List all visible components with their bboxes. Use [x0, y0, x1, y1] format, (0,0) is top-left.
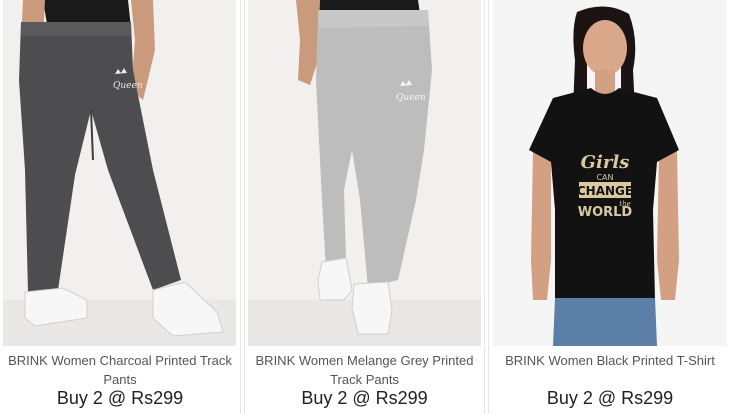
melange-grey-track-pants-image: Queen [248, 0, 481, 346]
product-title[interactable]: BRINK Women Melange Grey Printed Track P… [245, 351, 484, 389]
product-image[interactable]: Queen [248, 0, 481, 346]
product-card[interactable]: Queen BRINK Women Melange Grey Printed T… [244, 0, 485, 414]
charcoal-track-pants-image: Queen [3, 0, 236, 346]
product-offer: Buy 2 @ Rs299 [301, 388, 428, 408]
black-printed-tshirt-image: Girls CAN CHANGE the WORLD [493, 0, 727, 346]
tshirt-print-line: CAN [596, 173, 613, 182]
tshirt-print-line: Girls [581, 152, 630, 173]
product-card[interactable]: Girls CAN CHANGE the WORLD BRINK Women B… [488, 0, 731, 414]
tshirt-print-line: WORLD [578, 205, 633, 220]
product-title[interactable]: BRINK Women Black Printed T-Shirt [489, 351, 731, 370]
product-image[interactable]: Queen [3, 0, 236, 346]
product-offer: Buy 2 @ Rs299 [56, 388, 184, 408]
svg-text:Queen: Queen [396, 93, 426, 103]
product-title[interactable]: BRINK Women Charcoal Printed Track Pants [0, 351, 240, 389]
product-grid: Queen BRINK Women Charcoal Printed Track… [0, 0, 731, 414]
product-image[interactable]: Girls CAN CHANGE the WORLD [493, 0, 727, 346]
tshirt-print-line: CHANGE [577, 184, 633, 198]
product-card[interactable]: Queen BRINK Women Charcoal Printed Track… [0, 0, 241, 414]
product-offer: Buy 2 @ Rs299 [546, 388, 674, 408]
svg-text:Queen: Queen [113, 81, 143, 91]
